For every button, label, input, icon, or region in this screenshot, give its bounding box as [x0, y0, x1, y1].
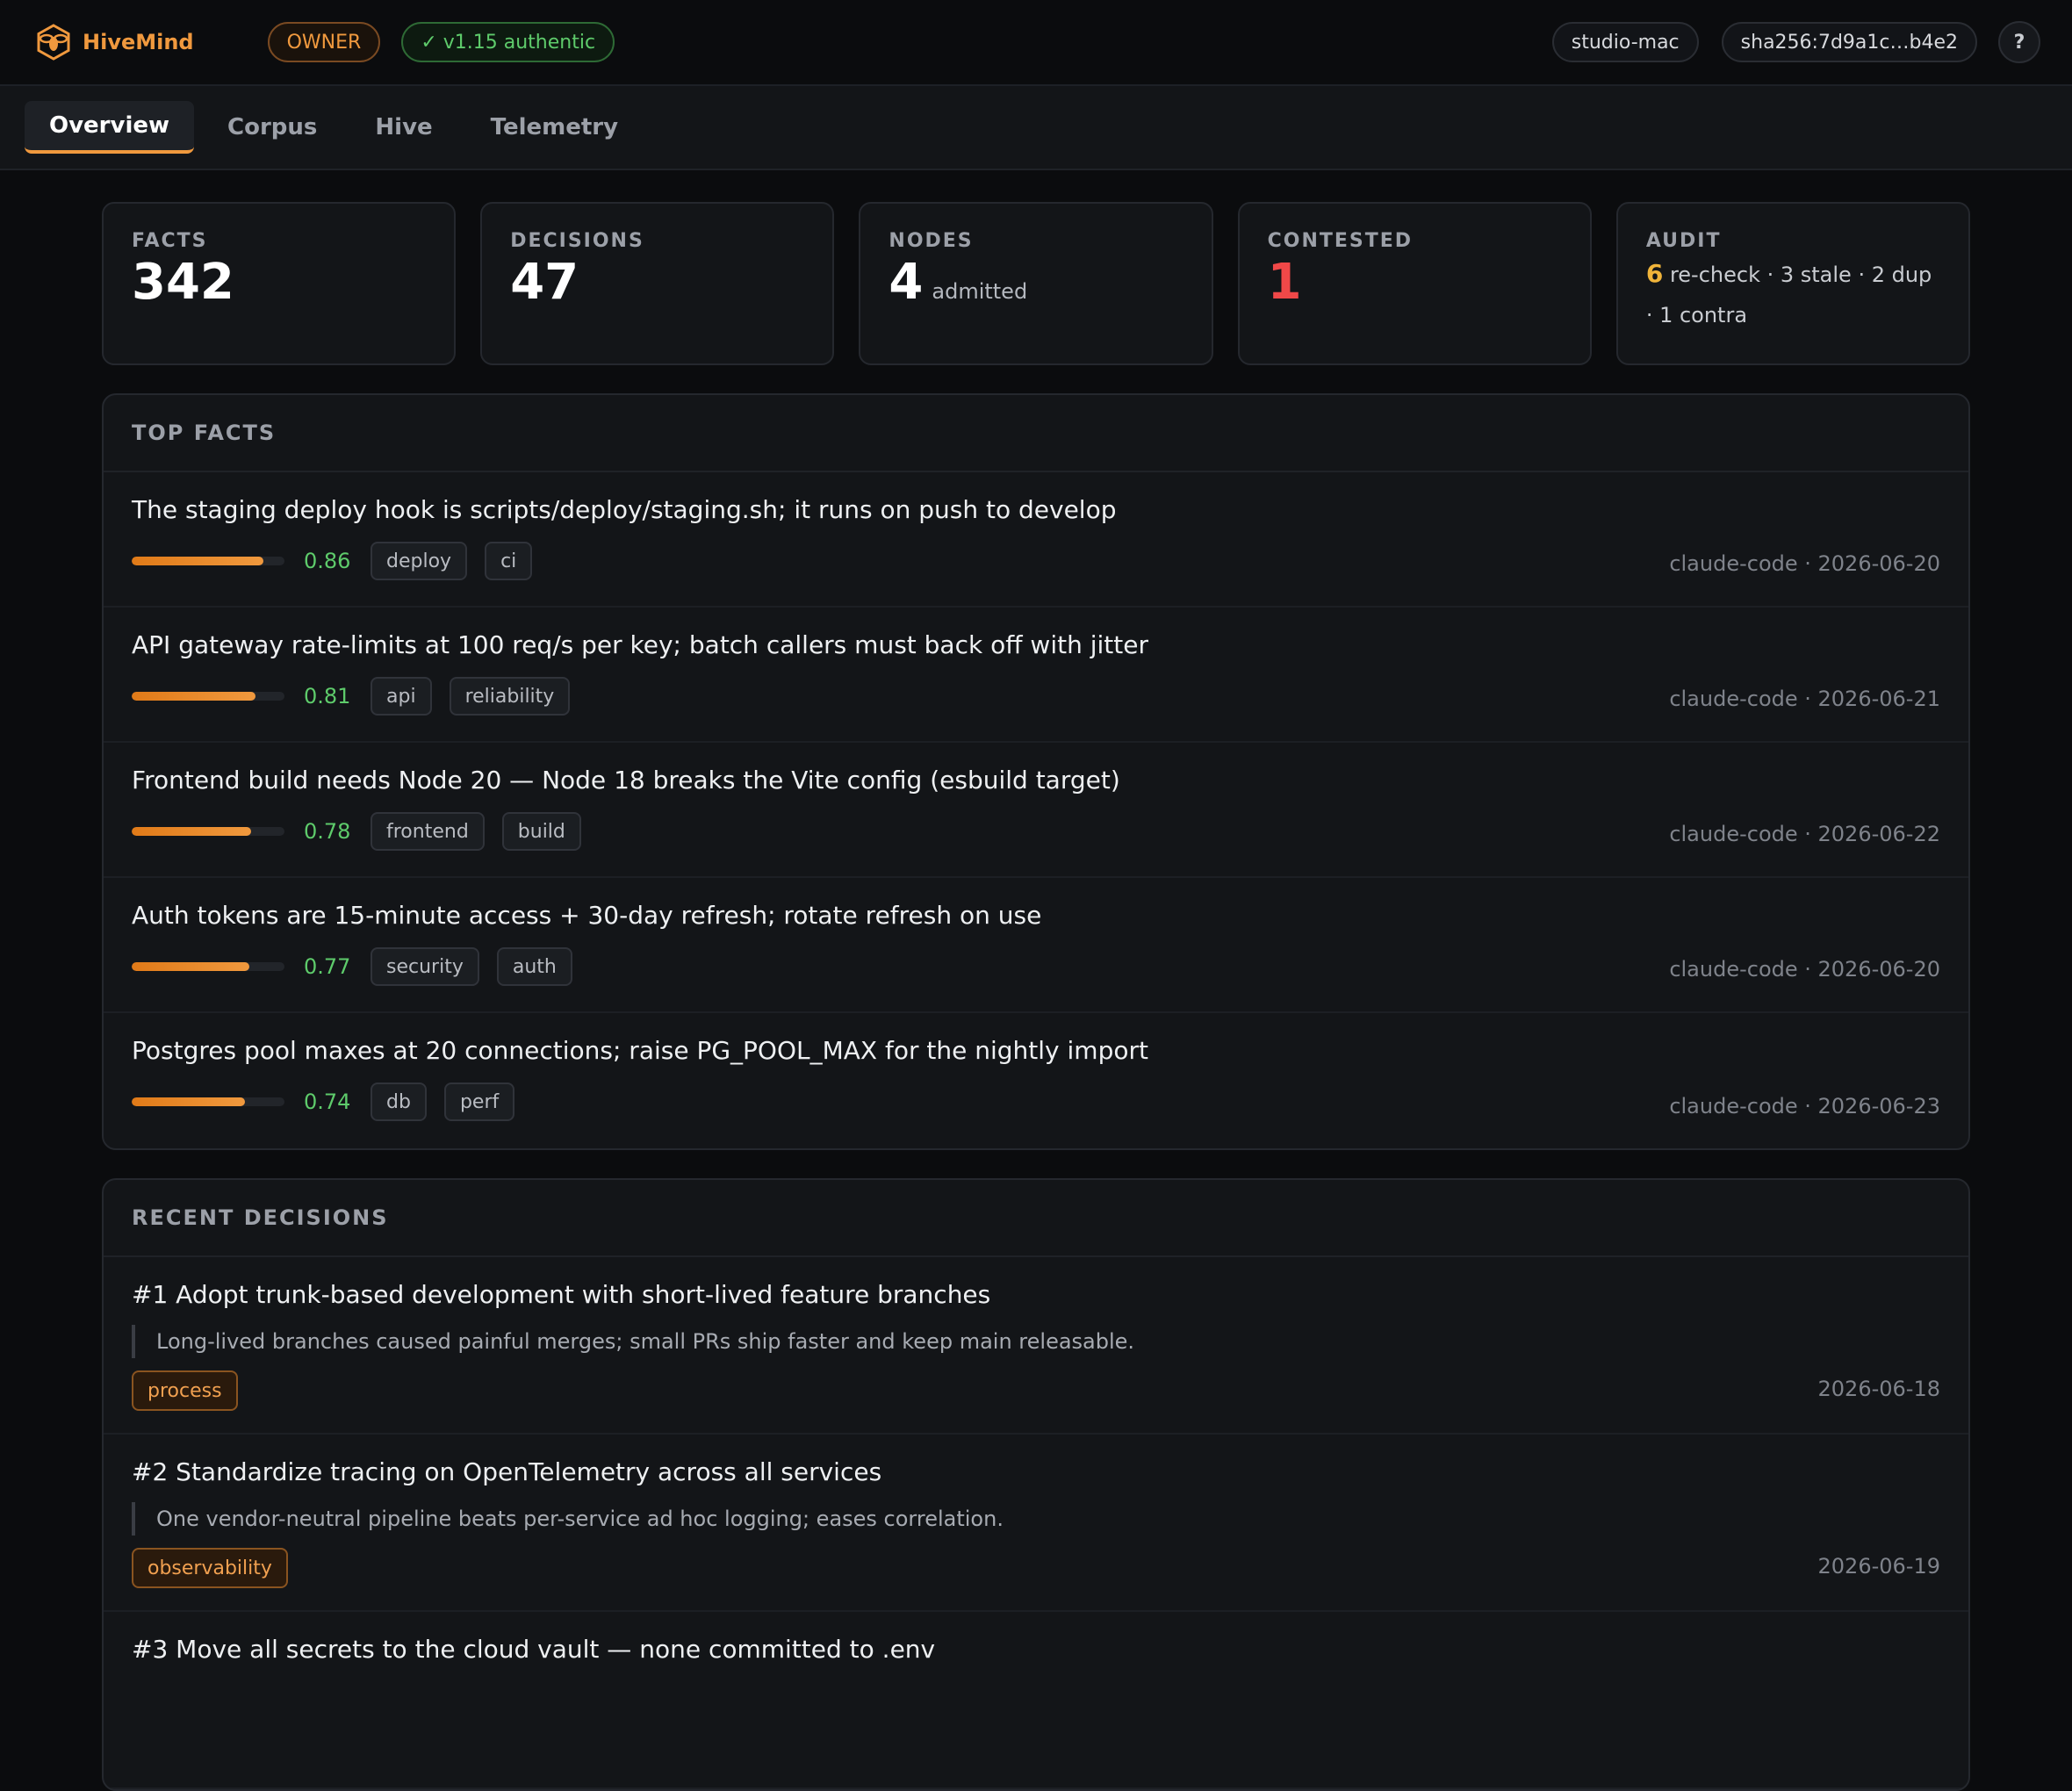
audit-line-1: re-check · 3 stale · 2 dup — [1669, 263, 1932, 287]
host-badge[interactable]: studio-mac — [1551, 22, 1699, 62]
fact-text: Frontend build needs Node 20 — Node 18 b… — [132, 766, 1120, 795]
confidence-score: 0.86 — [304, 549, 351, 573]
decision-date: 2026-06-19 — [1817, 1554, 1940, 1579]
decision-tag[interactable]: process — [132, 1370, 238, 1411]
fact-item[interactable]: API gateway rate-limits at 100 req/s per… — [104, 608, 1968, 743]
confidence-bar-fill — [132, 692, 255, 701]
audit-count: 6 — [1645, 259, 1664, 288]
bee-hex-icon — [37, 24, 70, 61]
fact-tag[interactable]: api — [371, 677, 432, 716]
tab-bar: Overview Corpus Hive Telemetry — [0, 86, 2072, 170]
fact-tag[interactable]: reliability — [449, 677, 571, 716]
stat-value: 47 — [510, 254, 579, 311]
fact-meta: claude-code · 2026-06-21 — [1669, 687, 1940, 711]
stat-label: NODES — [889, 230, 974, 252]
decision-item[interactable]: #1 Adopt trunk-based development with sh… — [104, 1257, 1968, 1435]
facts-stat-card: FACTS 342 — [102, 202, 457, 365]
stat-value-row: 4 admitted — [889, 254, 1183, 311]
stats-row: FACTS 342 DECISIONS 47 NODES 4 admitted C… — [102, 202, 1971, 365]
audit-stat-card: AUDIT 6 re-check · 3 stale · 2 dup · 1 c… — [1615, 202, 1971, 365]
tab-telemetry[interactable]: Telemetry — [466, 101, 643, 154]
facts-list: The staging deploy hook is scripts/deplo… — [104, 472, 1968, 1148]
panel-title: TOP FACTS — [104, 395, 1968, 472]
decision-rationale: Long-lived branches caused painful merge… — [132, 1325, 1940, 1358]
stat-value: 4 — [889, 254, 924, 311]
hash-badge[interactable]: sha256:7d9a1c…b4e2 — [1721, 22, 1977, 62]
tab-overview[interactable]: Overview — [25, 101, 195, 154]
fact-tag[interactable]: security — [371, 947, 479, 986]
confidence-bar — [132, 827, 284, 836]
confidence-score: 0.78 — [304, 819, 351, 844]
confidence-bar — [132, 962, 284, 971]
fact-item[interactable]: The staging deploy hook is scripts/deplo… — [104, 472, 1968, 608]
confidence-bar — [132, 557, 284, 565]
fact-tag[interactable]: build — [501, 812, 581, 851]
audit-summary: 6 re-check · 3 stale · 2 dup · 1 contra — [1646, 254, 1940, 335]
top-bar: HiveMind OWNER ✓ v1.15 authentic studio-… — [0, 0, 2072, 86]
fact-tag[interactable]: frontend — [371, 812, 485, 851]
role-badge: OWNER — [267, 22, 381, 62]
decision-date: 2026-06-18 — [1817, 1377, 1940, 1401]
decision-title: #3 Move all secrets to the cloud vault —… — [132, 1635, 936, 1664]
confidence-bar-fill — [132, 1097, 245, 1106]
confidence-score: 0.77 — [304, 954, 351, 979]
decision-title: #1 Adopt trunk-based development with sh… — [132, 1280, 991, 1309]
app-logo[interactable]: HiveMind — [35, 24, 194, 61]
decision-rationale: One vendor-neutral pipeline beats per-se… — [132, 1502, 1940, 1536]
stat-label: DECISIONS — [510, 230, 644, 252]
stat-label: AUDIT — [1645, 230, 1722, 252]
fact-meta: claude-code · 2026-06-22 — [1669, 822, 1940, 846]
help-button[interactable]: ? — [1998, 21, 2040, 63]
fact-meta: claude-code · 2026-06-20 — [1669, 551, 1940, 576]
stat-suffix: admitted — [932, 279, 1028, 304]
tab-hive[interactable]: Hive — [350, 101, 457, 154]
confidence-bar-fill — [132, 827, 251, 836]
main-content: FACTS 342 DECISIONS 47 NODES 4 admitted C… — [0, 170, 2072, 1791]
confidence-score: 0.74 — [304, 1090, 351, 1114]
decision-item[interactable]: #3 Move all secrets to the cloud vault —… — [104, 1612, 1968, 1789]
fact-item[interactable]: Auth tokens are 15-minute access + 30-da… — [104, 878, 1968, 1013]
fact-text: Postgres pool maxes at 20 connections; r… — [132, 1036, 1148, 1065]
fact-item[interactable]: Frontend build needs Node 20 — Node 18 b… — [104, 743, 1968, 878]
fact-tag[interactable]: auth — [496, 947, 572, 986]
fact-tag[interactable]: perf — [443, 1083, 515, 1121]
fact-meta: claude-code · 2026-06-20 — [1669, 957, 1940, 982]
fact-text: The staging deploy hook is scripts/deplo… — [132, 495, 1117, 524]
tab-corpus[interactable]: Corpus — [203, 101, 342, 154]
fact-tag[interactable]: ci — [485, 542, 533, 580]
nodes-stat-card: NODES 4 admitted — [859, 202, 1213, 365]
confidence-bar — [132, 1097, 284, 1106]
fact-item[interactable]: Postgres pool maxes at 20 connections; r… — [104, 1013, 1968, 1148]
app-name: HiveMind — [83, 30, 194, 54]
audit-line-2: · 1 contra — [1645, 303, 1748, 327]
fact-meta: claude-code · 2026-06-23 — [1669, 1094, 1940, 1118]
confidence-score: 0.81 — [304, 684, 351, 708]
confidence-bar — [132, 692, 284, 701]
stat-label: FACTS — [132, 230, 208, 252]
decision-item[interactable]: #2 Standardize tracing on OpenTelemetry … — [104, 1435, 1968, 1612]
stat-label: CONTESTED — [1267, 230, 1414, 252]
decision-title: #2 Standardize tracing on OpenTelemetry … — [132, 1457, 882, 1486]
decisions-stat-card: DECISIONS 47 — [480, 202, 835, 365]
stat-value: 342 — [132, 254, 234, 311]
stat-value: 1 — [1267, 254, 1302, 311]
confidence-bar-fill — [132, 962, 249, 971]
decision-tag[interactable]: observability — [132, 1548, 288, 1588]
fact-tag[interactable]: deploy — [371, 542, 468, 580]
fact-text: Auth tokens are 15-minute access + 30-da… — [132, 901, 1042, 930]
confidence-bar-fill — [132, 557, 263, 565]
recent-decisions-panel: RECENT DECISIONS #1 Adopt trunk-based de… — [102, 1178, 1970, 1791]
top-facts-panel: TOP FACTS The staging deploy hook is scr… — [102, 393, 1970, 1150]
panel-title: RECENT DECISIONS — [104, 1180, 1968, 1257]
fact-text: API gateway rate-limits at 100 req/s per… — [132, 630, 1148, 659]
auth-status-badge: ✓ v1.15 authentic — [401, 22, 615, 62]
contested-stat-card: CONTESTED 1 — [1237, 202, 1592, 365]
fact-tag[interactable]: db — [371, 1083, 427, 1121]
